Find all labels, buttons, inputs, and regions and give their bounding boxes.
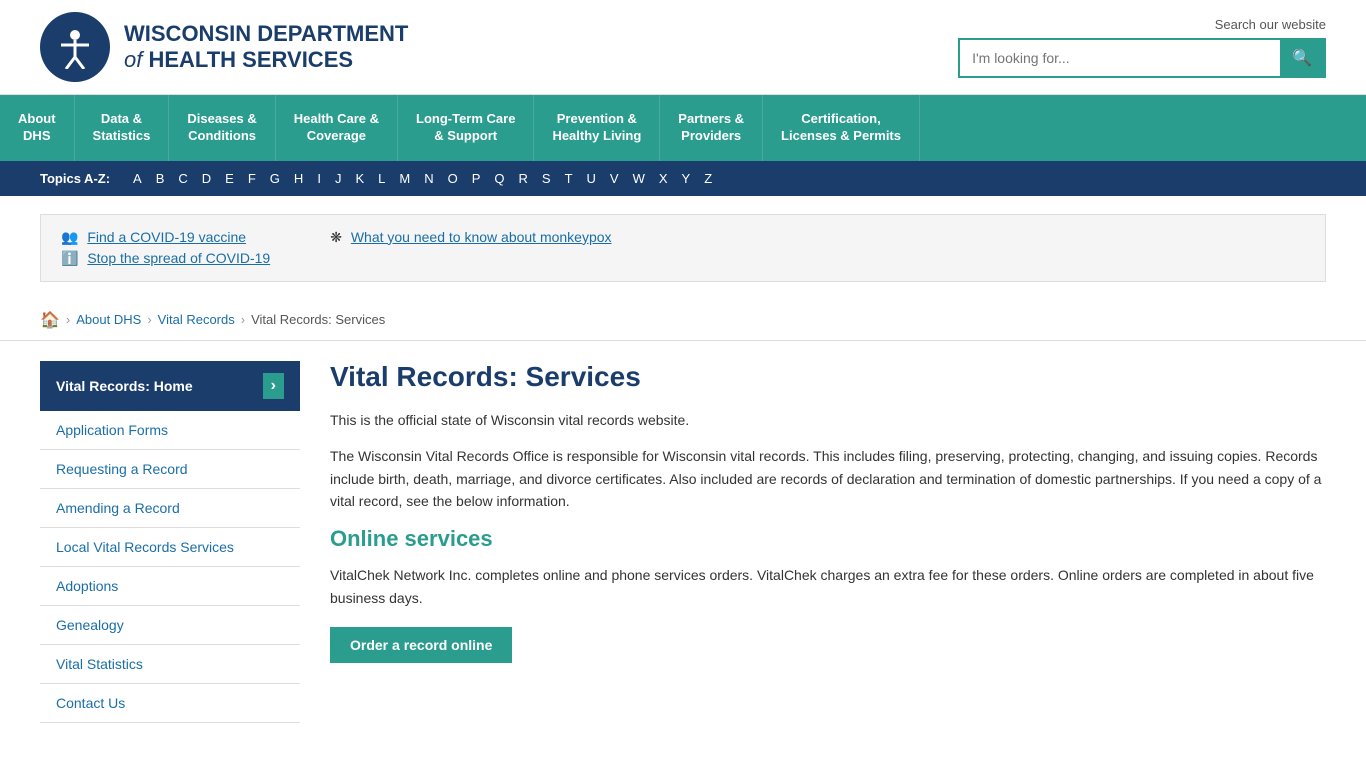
topic-i[interactable]: I (310, 169, 328, 188)
sidebar-active-label: Vital Records: Home (56, 378, 193, 394)
search-box: 🔍 (958, 38, 1326, 78)
org-name: WISCONSIN DEPARTMENT of HEALTH SERVICES (124, 21, 408, 74)
nav-about-dhs[interactable]: AboutDHS (0, 95, 75, 161)
search-area: Search our website 🔍 (958, 17, 1326, 78)
topic-b[interactable]: B (149, 169, 172, 188)
nav-data-statistics[interactable]: Data &Statistics (75, 95, 170, 161)
nav-long-term-care[interactable]: Long-Term Care& Support (398, 95, 534, 161)
topic-v[interactable]: V (603, 169, 626, 188)
alert-monkeypox: ❋ What you need to know about monkeypox (330, 229, 611, 246)
nav-health-care[interactable]: Health Care &Coverage (276, 95, 398, 161)
breadcrumb-vital-records[interactable]: Vital Records (158, 312, 235, 327)
info-icon: ℹ️ (61, 250, 78, 266)
topic-c[interactable]: C (171, 169, 194, 188)
logo-area: WISCONSIN DEPARTMENT of HEALTH SERVICES (40, 12, 408, 82)
topic-f[interactable]: F (241, 169, 263, 188)
topic-w[interactable]: W (626, 169, 652, 188)
page-title: Vital Records: Services (330, 361, 1326, 393)
sidebar-item-contact-us[interactable]: Contact Us (40, 684, 300, 723)
online-services-heading: Online services (330, 526, 1326, 552)
sidebar: Vital Records: Home › Application Forms … (40, 361, 300, 723)
topic-d[interactable]: D (195, 169, 218, 188)
online-services-paragraph: VitalChek Network Inc. completes online … (330, 564, 1326, 609)
breadcrumb-sep-2: › (147, 312, 151, 327)
sidebar-item-adoptions[interactable]: Adoptions (40, 567, 300, 606)
main-layout: Vital Records: Home › Application Forms … (40, 341, 1326, 723)
topics-label: Topics A-Z: (40, 171, 110, 186)
sidebar-item-genealogy[interactable]: Genealogy (40, 606, 300, 645)
body-paragraph: The Wisconsin Vital Records Office is re… (330, 445, 1326, 512)
topic-p[interactable]: P (465, 169, 488, 188)
topic-r[interactable]: R (512, 169, 535, 188)
home-icon[interactable]: 🏠 (40, 310, 60, 330)
topic-g[interactable]: G (263, 169, 287, 188)
topic-t[interactable]: T (558, 169, 580, 188)
alert-covid-spread: ℹ️ Stop the spread of COVID-19 (61, 250, 270, 267)
topic-x[interactable]: X (652, 169, 675, 188)
top-navigation: AboutDHS Data &Statistics Diseases &Cond… (0, 95, 1366, 161)
topic-n[interactable]: N (417, 169, 440, 188)
topic-k[interactable]: K (348, 169, 371, 188)
search-button[interactable]: 🔍 (1280, 40, 1324, 76)
site-header: WISCONSIN DEPARTMENT of HEALTH SERVICES … (0, 0, 1366, 95)
topics-az-bar: Topics A-Z: A B C D E F G H I J K L M N … (0, 161, 1366, 196)
logo-icon (40, 12, 110, 82)
topic-o[interactable]: O (441, 169, 465, 188)
breadcrumb-sep-1: › (66, 312, 70, 327)
topic-l[interactable]: L (371, 169, 392, 188)
breadcrumb: 🏠 › About DHS › Vital Records › Vital Re… (0, 300, 1366, 341)
sidebar-item-amending-record[interactable]: Amending a Record (40, 489, 300, 528)
topic-u[interactable]: U (580, 169, 603, 188)
topic-e[interactable]: E (218, 169, 241, 188)
topic-h[interactable]: H (287, 169, 310, 188)
topic-s[interactable]: S (535, 169, 558, 188)
alert-left: 👥 Find a COVID-19 vaccine ℹ️ Stop the sp… (61, 229, 270, 267)
topic-q[interactable]: Q (487, 169, 511, 188)
topic-a[interactable]: A (126, 169, 149, 188)
covid-vaccine-link[interactable]: Find a COVID-19 vaccine (87, 229, 246, 245)
sidebar-item-vital-statistics[interactable]: Vital Statistics (40, 645, 300, 684)
nav-prevention[interactable]: Prevention &Healthy Living (534, 95, 660, 161)
topic-z[interactable]: Z (697, 169, 719, 188)
sidebar-item-requesting-record[interactable]: Requesting a Record (40, 450, 300, 489)
monkeypox-link[interactable]: What you need to know about monkeypox (351, 229, 612, 245)
nav-diseases-conditions[interactable]: Diseases &Conditions (169, 95, 275, 161)
order-record-button[interactable]: Order a record online (330, 627, 512, 663)
sidebar-arrow-icon: › (263, 373, 284, 399)
breadcrumb-sep-3: › (241, 312, 245, 327)
nav-certification[interactable]: Certification,Licenses & Permits (763, 95, 920, 161)
alert-covid-vaccine: 👥 Find a COVID-19 vaccine (61, 229, 270, 246)
sidebar-item-application-forms[interactable]: Application Forms (40, 411, 300, 450)
alert-bar: 👥 Find a COVID-19 vaccine ℹ️ Stop the sp… (40, 214, 1326, 282)
topic-m[interactable]: M (392, 169, 417, 188)
breadcrumb-about-dhs[interactable]: About DHS (76, 312, 141, 327)
asterisk-icon: ❋ (330, 229, 342, 245)
intro-paragraph: This is the official state of Wisconsin … (330, 409, 1326, 431)
sidebar-item-local-vital-records[interactable]: Local Vital Records Services (40, 528, 300, 567)
breadcrumb-current: Vital Records: Services (251, 312, 385, 327)
covid-spread-link[interactable]: Stop the spread of COVID-19 (87, 250, 270, 266)
topic-y[interactable]: Y (675, 169, 698, 188)
alert-right: ❋ What you need to know about monkeypox (330, 229, 611, 246)
topic-j[interactable]: J (328, 169, 349, 188)
nav-partners[interactable]: Partners &Providers (660, 95, 763, 161)
people-icon: 👥 (61, 229, 78, 245)
search-input[interactable] (960, 42, 1280, 74)
main-content: Vital Records: Services This is the offi… (330, 361, 1326, 723)
search-label: Search our website (1215, 17, 1326, 32)
sidebar-active-item[interactable]: Vital Records: Home › (40, 361, 300, 411)
